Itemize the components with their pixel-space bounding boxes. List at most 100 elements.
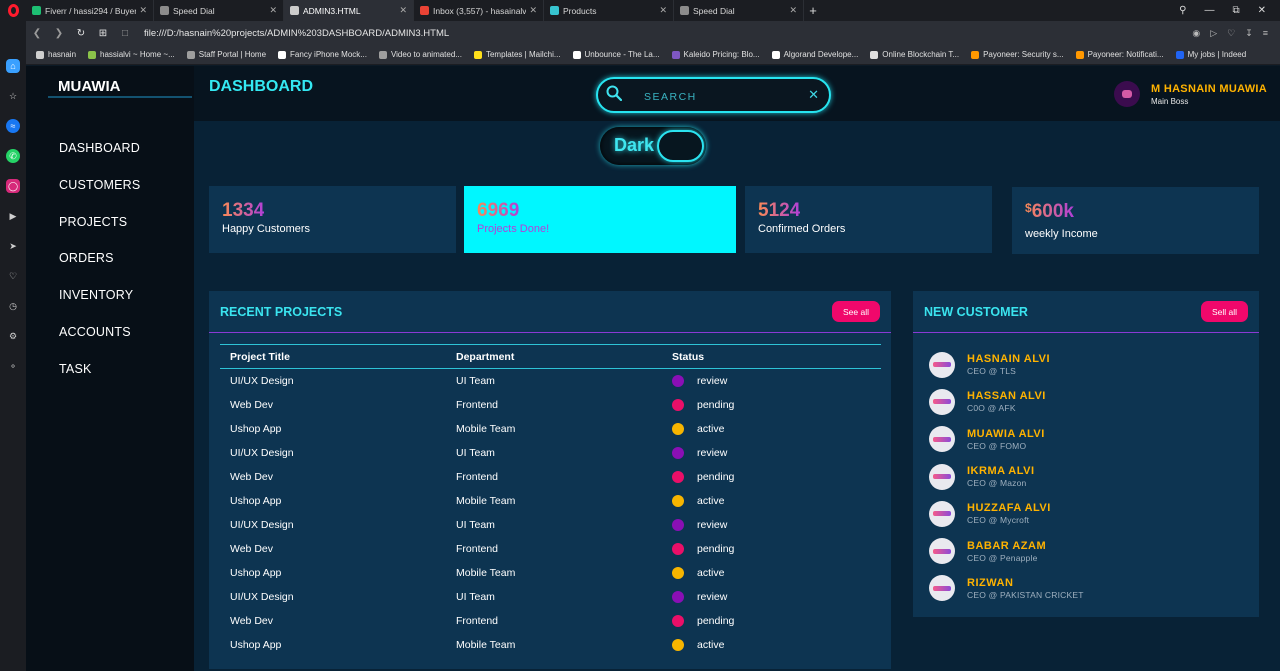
heart-icon[interactable]: ♡: [1227, 28, 1235, 39]
send-arrow-icon[interactable]: ➤: [6, 239, 20, 253]
table-row[interactable]: Web Dev Frontend pending: [220, 393, 881, 417]
tab-close-icon[interactable]: ✕: [789, 5, 797, 16]
sidebar-item-customers[interactable]: CUSTOMERS: [59, 178, 140, 215]
dark-mode-toggle[interactable]: Dark: [600, 127, 706, 165]
browser-tab[interactable]: Products ✕: [544, 0, 674, 21]
list-item[interactable]: RIZWAN CEO @ PAKISTAN CRICKET: [929, 570, 1084, 607]
table-row[interactable]: Web Dev Frontend pending: [220, 465, 881, 489]
bookmark-item[interactable]: Kaleido Pricing: Blo...: [671, 50, 760, 59]
sidebar-menu: DASHBOARD CUSTOMERS PROJECTS ORDERS INVENTOR…: [59, 141, 140, 399]
sell-all-button[interactable]: Sell all: [1201, 301, 1248, 322]
speed-dial-icon[interactable]: ⊞: [92, 28, 114, 39]
table-row[interactable]: UI/UX Design UI Team review: [220, 369, 881, 394]
bookmark-item[interactable]: Staff Portal | Home: [186, 50, 266, 59]
project-status: review: [662, 585, 881, 609]
bulb-icon[interactable]: ⚬: [6, 359, 20, 373]
history-icon[interactable]: ◷: [6, 299, 20, 313]
browser-tab[interactable]: ADMIN3.HTML ✕: [284, 0, 414, 21]
bookmark-item[interactable]: Templates | Mailchi...: [473, 50, 561, 59]
menu-icon[interactable]: ≡: [1263, 28, 1268, 39]
sidebar-item-task[interactable]: TASK: [59, 362, 140, 399]
url-field[interactable]: file:///D:/hasnain%20projects/ADMIN%203D…: [144, 28, 1192, 39]
minimize-icon[interactable]: —: [1204, 5, 1214, 16]
tab-close-icon[interactable]: ✕: [659, 5, 667, 16]
list-item[interactable]: IKRMA ALVI CEO @ Mazon: [929, 458, 1084, 495]
bookmark-item[interactable]: Fancy iPhone Mock...: [278, 50, 367, 59]
home-icon[interactable]: ⌂: [6, 59, 20, 73]
settings-icon[interactable]: ⚙: [6, 329, 20, 343]
bookmark-item[interactable]: Video to animated...: [378, 50, 462, 59]
snapshot-icon[interactable]: ◉: [1192, 28, 1200, 39]
stat-label: Confirmed Orders: [758, 223, 846, 235]
browser-tab[interactable]: Fiverr / hassi294 / Buyer Re✕: [26, 0, 154, 21]
list-item[interactable]: HUZZAFA ALVI CEO @ Mycroft: [929, 495, 1084, 532]
whatsapp-icon[interactable]: ✆: [6, 149, 20, 163]
player-icon[interactable]: ▶: [6, 209, 20, 223]
table-row[interactable]: Ushop App Mobile Team active: [220, 561, 881, 585]
bookmark-item[interactable]: hasnain: [36, 50, 76, 59]
table-row[interactable]: UI/UX Design UI Team review: [220, 441, 881, 465]
sidebar-item-projects[interactable]: PROJECTS: [59, 215, 140, 252]
status-badge: review: [672, 585, 881, 609]
list-item[interactable]: MUAWIA ALVI CEO @ FOMO: [929, 421, 1084, 458]
restore-icon[interactable]: ⧉: [1232, 5, 1239, 16]
tab-close-icon[interactable]: ✕: [139, 5, 147, 16]
forward-icon[interactable]: ❯: [48, 28, 70, 39]
bookmark-item[interactable]: My jobs | Indeed: [1175, 50, 1246, 59]
divider: [209, 332, 891, 333]
bookmark-item[interactable]: Payoneer: Notificati...: [1075, 50, 1164, 59]
clear-search-icon[interactable]: ✕: [808, 87, 819, 103]
browser-tab[interactable]: Inbox (3,557) - hasainalvi@✕: [414, 0, 544, 21]
tab-close-icon[interactable]: ✕: [269, 5, 277, 16]
bookmark-label: Payoneer: Security s...: [983, 50, 1064, 59]
star-icon[interactable]: ☆: [6, 89, 20, 103]
table-row[interactable]: Ushop App Mobile Team active: [220, 633, 881, 657]
sidebar-item-dashboard[interactable]: DASHBOARD: [59, 141, 140, 178]
see-all-button[interactable]: See all: [832, 301, 880, 322]
table-row[interactable]: UI/UX Design UI Team review: [220, 585, 881, 609]
search-tabs-icon[interactable]: ⚲: [1179, 5, 1186, 16]
customer-name: IKRMA ALVI: [967, 465, 1035, 478]
sidebar-item-inventory[interactable]: INVENTORY: [59, 288, 140, 325]
download-icon[interactable]: ↧: [1245, 28, 1253, 39]
table-row[interactable]: Ushop App Mobile Team active: [220, 489, 881, 513]
tab-favicon-icon: [32, 6, 41, 15]
reload-icon[interactable]: ↻: [70, 28, 92, 39]
bookmark-item[interactable]: Algorand Develope...: [771, 50, 858, 59]
search-input[interactable]: SEARCH: [644, 91, 697, 103]
new-tab-button[interactable]: +: [804, 3, 822, 18]
opera-logo-icon[interactable]: [0, 0, 26, 21]
avatar[interactable]: [1114, 81, 1140, 107]
status-badge: pending: [672, 393, 881, 417]
sidebar-item-orders[interactable]: ORDERS: [59, 251, 140, 288]
customer-name: HASSAN ALVI: [967, 390, 1046, 403]
bookmark-item[interactable]: Online Blockchain T...: [870, 50, 959, 59]
browser-tab[interactable]: Speed Dial ✕: [674, 0, 804, 21]
table-row[interactable]: Web Dev Frontend pending: [220, 609, 881, 633]
tab-close-icon[interactable]: ✕: [529, 5, 537, 16]
toggle-knob[interactable]: [657, 130, 704, 162]
opera-sidebar: ⌂ ☆ ≈ ✆ ◯ ▶ ➤ ♡ ◷ ⚙ ⚬: [0, 21, 26, 671]
bookmark-item[interactable]: Unbounce - The La...: [572, 50, 660, 59]
bookmark-item[interactable]: hassialvi ~ Home ~...: [88, 50, 175, 59]
search-box[interactable]: SEARCH ✕: [596, 77, 831, 113]
heart-sidebar-icon[interactable]: ♡: [6, 269, 20, 283]
back-icon[interactable]: ❮: [26, 28, 48, 39]
send-icon[interactable]: ▷: [1210, 28, 1217, 39]
close-window-icon[interactable]: ✕: [1258, 5, 1266, 16]
sidebar-item-accounts[interactable]: ACCOUNTS: [59, 325, 140, 362]
bookmark-label: Online Blockchain T...: [882, 50, 960, 59]
instagram-icon[interactable]: ◯: [6, 179, 20, 193]
user-profile[interactable]: M HASNAIN MUAWIA Main Boss: [1114, 81, 1267, 107]
messenger-icon[interactable]: ≈: [6, 119, 20, 133]
list-item[interactable]: HASNAIN ALVI CEO @ TLS: [929, 346, 1084, 383]
tab-close-icon[interactable]: ✕: [399, 5, 407, 16]
table-row[interactable]: Web Dev Frontend pending: [220, 537, 881, 561]
bookmark-item[interactable]: Payoneer: Security s...: [971, 50, 1064, 59]
list-item[interactable]: HASSAN ALVI C0O @ AFK: [929, 383, 1084, 420]
table-row[interactable]: Ushop App Mobile Team active: [220, 417, 881, 441]
table-row[interactable]: UI/UX Design UI Team review: [220, 513, 881, 537]
browser-tab[interactable]: Speed Dial ✕: [154, 0, 284, 21]
project-title: UI/UX Design: [230, 375, 294, 387]
list-item[interactable]: BABAR AZAM CEO @ Penapple: [929, 532, 1084, 569]
